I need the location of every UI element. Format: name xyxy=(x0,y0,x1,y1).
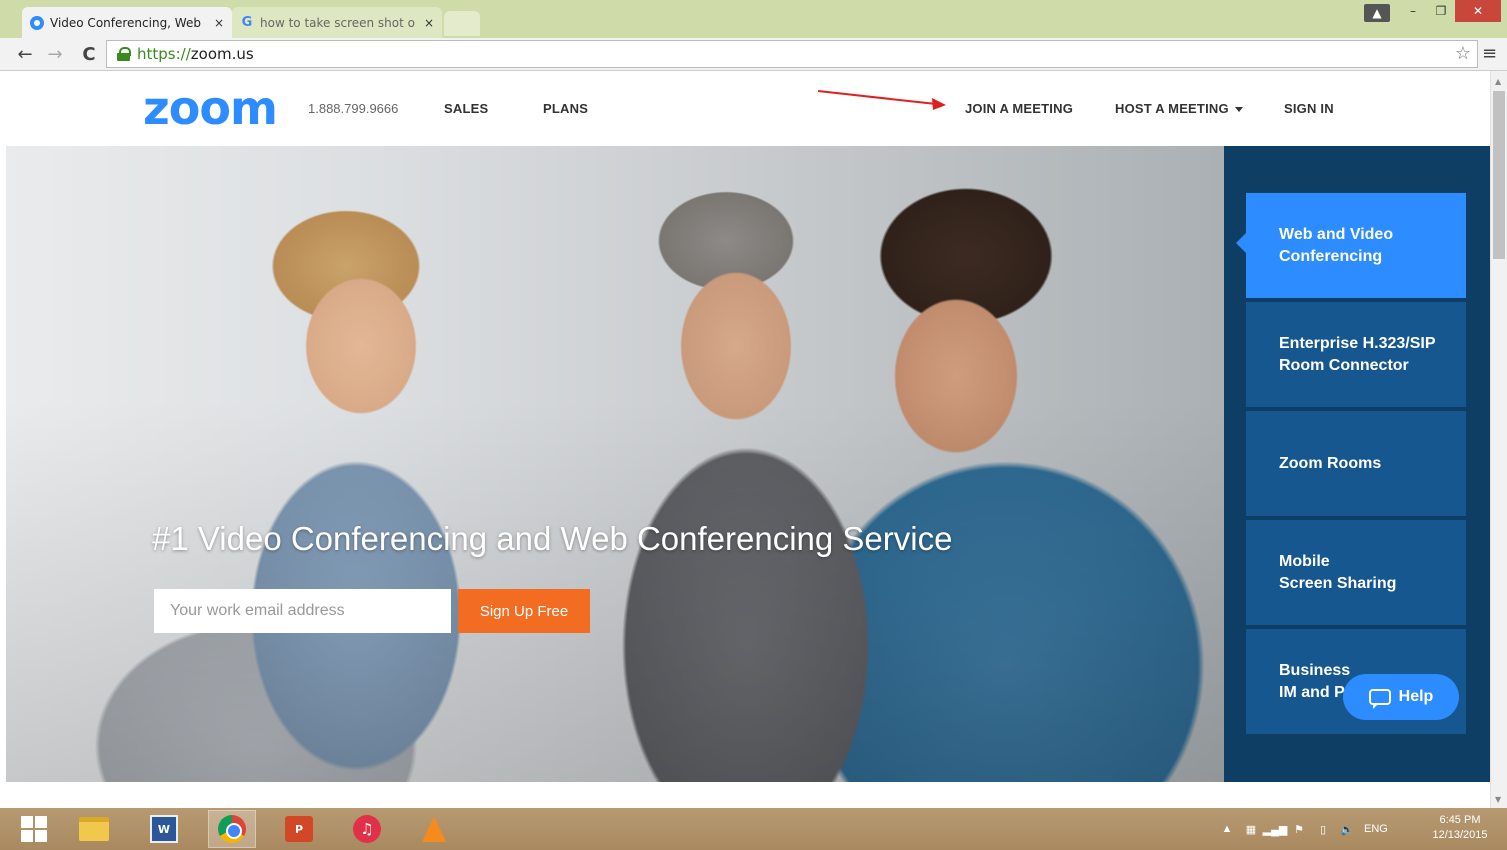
tab-title: how to take screen shot o xyxy=(260,15,415,30)
tab-title: Video Conferencing, Web xyxy=(50,15,201,30)
hero-photo-overlay xyxy=(6,146,1224,782)
itunes-icon: ♫ xyxy=(353,815,381,843)
clock-time: 6:45 PM xyxy=(1439,814,1481,826)
language-indicator[interactable]: ENG xyxy=(1364,823,1388,835)
hero-banner: #1 Video Conferencing and Web Conferenci… xyxy=(6,146,1224,782)
signal-icon[interactable]: ▂▄▆ xyxy=(1263,822,1288,836)
new-tab-button[interactable] xyxy=(444,11,480,36)
scroll-up-icon[interactable]: ▲ xyxy=(1495,77,1501,86)
side-item-web-video[interactable]: Web and Video Conferencing xyxy=(1236,193,1466,298)
flag-icon[interactable]: ⚑ xyxy=(1292,822,1306,836)
help-label: Help xyxy=(1398,688,1434,705)
taskbar-vlc[interactable] xyxy=(410,810,458,848)
tab-google[interactable]: G how to take screen shot o × xyxy=(232,7,442,38)
browser-toolbar: ← → C https:// zoom.us ☆ ≡ xyxy=(0,38,1507,71)
star-icon[interactable]: ☆ xyxy=(1455,43,1471,64)
scroll-down-icon[interactable]: ▼ xyxy=(1495,795,1501,804)
vertical-scrollbar[interactable]: ▲ ▼ xyxy=(1490,71,1507,808)
powerpoint-icon: P xyxy=(285,816,313,842)
back-arrow-icon[interactable]: ← xyxy=(14,43,36,65)
taskbar-word[interactable]: W xyxy=(140,810,188,848)
folder-icon xyxy=(79,817,109,841)
web-page: zoom 1.888.799.9666 SALES PLANS JOIN A M… xyxy=(6,71,1490,782)
annotation-arrow-icon xyxy=(818,90,946,110)
zoom-logo[interactable]: zoom xyxy=(143,81,278,135)
zoom-favicon-icon xyxy=(30,15,44,30)
nav-host-label: HOST A MEETING xyxy=(1115,101,1229,116)
windows-taskbar: W P ♫ ▲ ▦ ▂▄▆ ⚑ ▯ 🔈 ENG 6:45 PM 12/13/20… xyxy=(0,808,1507,850)
chrome-icon xyxy=(218,815,246,843)
minimize-icon[interactable]: – xyxy=(1400,0,1426,22)
vlc-icon xyxy=(422,816,446,842)
taskbar-itunes[interactable]: ♫ xyxy=(343,810,391,848)
help-button[interactable]: Help xyxy=(1343,674,1459,720)
start-button[interactable] xyxy=(10,810,58,848)
site-header: zoom 1.888.799.9666 SALES PLANS JOIN A M… xyxy=(6,71,1490,146)
taskbar-chrome[interactable] xyxy=(208,810,256,848)
clock-date: 12/13/2015 xyxy=(1432,829,1488,841)
lock-icon xyxy=(117,47,131,61)
tab-close-icon[interactable]: × xyxy=(214,16,224,30)
tab-zoom[interactable]: Video Conferencing, Web × xyxy=(22,7,232,38)
maximize-icon[interactable]: ❐ xyxy=(1428,0,1454,22)
nav-sign-in[interactable]: SIGN IN xyxy=(1284,101,1334,116)
side-item-room-connector[interactable]: Enterprise H.323/SIP Room Connector xyxy=(1246,302,1466,407)
tab-close-icon[interactable]: × xyxy=(424,16,434,30)
nav-join-meeting[interactable]: JOIN A MEETING xyxy=(965,101,1073,116)
forward-arrow-icon[interactable]: → xyxy=(44,43,66,65)
nav-host-meeting[interactable]: HOST A MEETING xyxy=(1115,101,1243,116)
hero-title: #1 Video Conferencing and Web Conferenci… xyxy=(152,520,953,557)
tray-expand-icon[interactable]: ▲ xyxy=(1220,822,1234,836)
windows-start-icon xyxy=(21,816,47,842)
google-favicon-icon: G xyxy=(241,15,253,30)
taskbar-file-explorer[interactable] xyxy=(70,810,118,848)
scroll-thumb[interactable] xyxy=(1493,91,1505,259)
volume-icon[interactable]: 🔈 xyxy=(1340,822,1354,836)
browser-titlebar: Video Conferencing, Web × G how to take … xyxy=(0,0,1507,38)
taskbar-clock[interactable]: 6:45 PM 12/13/2015 xyxy=(1420,813,1500,843)
menu-icon[interactable]: ≡ xyxy=(1482,43,1500,65)
reload-icon[interactable]: C xyxy=(78,43,100,65)
side-item-mobile-sharing[interactable]: Mobile Screen Sharing xyxy=(1246,520,1466,625)
nav-sales[interactable]: SALES xyxy=(444,101,488,116)
chevron-down-icon xyxy=(1234,107,1243,113)
chat-icon xyxy=(1368,689,1391,709)
side-item-zoom-rooms[interactable]: Zoom Rooms xyxy=(1246,411,1466,516)
word-icon: W xyxy=(150,815,178,843)
url-scheme: https:// xyxy=(137,45,191,63)
email-input[interactable] xyxy=(154,589,451,633)
user-profile-icon[interactable]: ▲ xyxy=(1364,4,1390,22)
address-bar[interactable]: https:// zoom.us ☆ xyxy=(106,40,1478,68)
close-window-icon[interactable]: ✕ xyxy=(1455,0,1501,22)
phone-number: 1.888.799.9666 xyxy=(308,101,399,116)
nav-plans[interactable]: PLANS xyxy=(543,101,588,116)
sign-up-button[interactable]: Sign Up Free xyxy=(458,589,590,633)
battery-icon[interactable]: ▯ xyxy=(1316,822,1330,836)
system-tray: ▲ ▦ ▂▄▆ ⚑ ▯ 🔈 ENG xyxy=(1220,808,1388,850)
tray-app-icon[interactable]: ▦ xyxy=(1244,822,1258,836)
taskbar-powerpoint[interactable]: P xyxy=(275,810,323,848)
url-host: zoom.us xyxy=(190,45,254,63)
